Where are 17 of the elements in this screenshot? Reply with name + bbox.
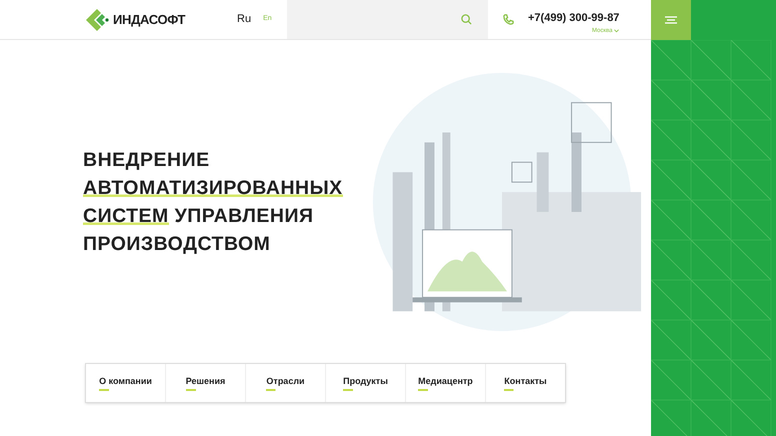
phone-icon: [503, 14, 514, 25]
phone-number[interactable]: +7(499) 300-99-87: [528, 10, 620, 27]
chevron-icon: [614, 28, 620, 33]
nav-link[interactable]: Решения: [165, 364, 245, 402]
nav-link[interactable]: О компании: [86, 364, 165, 402]
search-field[interactable]: [287, 0, 488, 39]
menu-icon: [665, 16, 677, 24]
language-link[interactable]: Ru: [237, 11, 252, 28]
logo-text: ИНДАСОФТ: [113, 10, 186, 29]
nav-link[interactable]: Отрасли: [245, 364, 325, 402]
nav-link[interactable]: Медиацентр: [405, 364, 485, 402]
nav-link[interactable]: Продукты: [325, 364, 405, 402]
menu-button[interactable]: [651, 0, 691, 40]
hero-heading: ВНЕДРЕНИЕ АВТОМАТИЗИРОВАННЫХ СИСТЕМ УПРАВЛЕНИЯ ПРОИЗВОДСТВОМ: [83, 148, 344, 256]
nav-link[interactable]: Контакты: [485, 364, 565, 402]
search-icon: [461, 14, 472, 25]
logo-icon: [85, 8, 109, 32]
